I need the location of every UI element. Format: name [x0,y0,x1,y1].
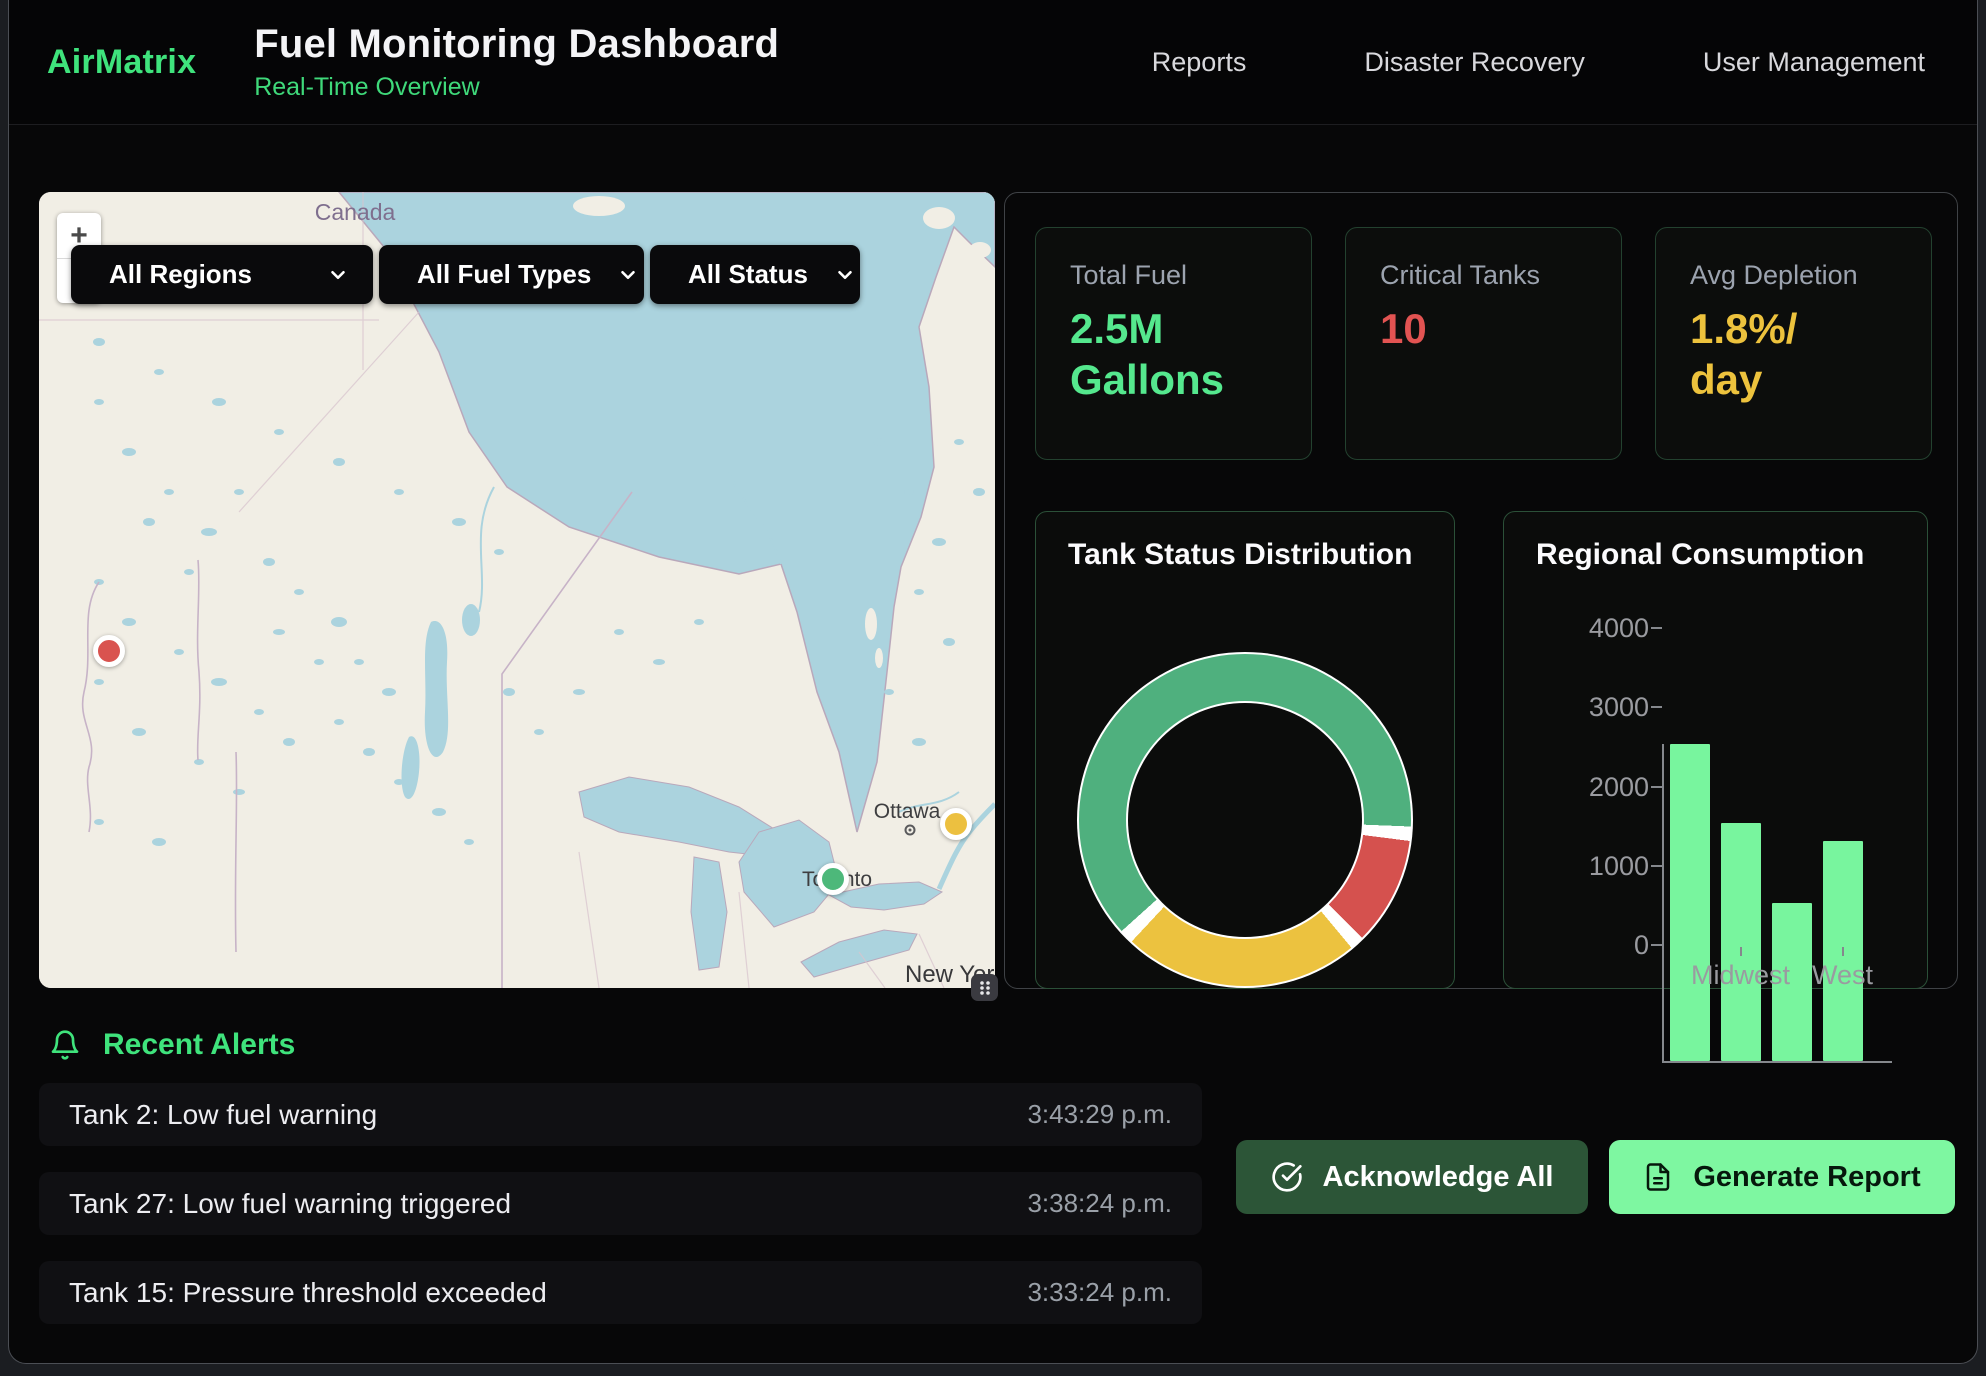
tank-status-chart-card: Tank Status Distribution [1035,511,1455,989]
y-axis-tick-label: 3000 [1534,692,1649,723]
alert-text: Tank 27: Low fuel warning triggered [69,1188,511,1220]
map-label-canada: Canada [315,199,396,225]
stat-value: 1.8%/day [1690,303,1897,405]
generate-report-label: Generate Report [1693,1161,1920,1194]
bell-icon [49,1029,81,1061]
dashboard-panel: Total Fuel 2.5MGallons Critical Tanks 10… [1004,192,1958,989]
acknowledge-all-button[interactable]: Acknowledge All [1236,1140,1588,1214]
alerts-title: Recent Alerts [103,1028,295,1062]
map-label-ottawa: Ottawa [874,800,941,823]
alert-time: 3:43:29 p.m. [1027,1099,1172,1130]
alert-text: Tank 2: Low fuel warning [69,1099,377,1131]
main-nav: Reports Disaster Recovery User Managemen… [1152,47,1935,78]
stat-card-total-fuel: Total Fuel 2.5MGallons [1035,227,1312,460]
check-circle-icon [1271,1161,1303,1193]
x-axis-tick-label: West [1812,960,1873,991]
alert-time: 3:33:24 p.m. [1027,1277,1172,1308]
x-axis-tick-label: Midwest [1691,960,1790,991]
page-title: Fuel Monitoring Dashboard [254,22,779,67]
region-filter-dropdown[interactable]: All Regions [71,245,373,304]
map-graphic: Canada Ottawa Toronto New York [39,192,995,988]
y-axis-tick-label: 2000 [1534,772,1649,803]
chevron-down-icon [327,264,349,286]
alert-text: Tank 15: Pressure threshold exceeded [69,1277,547,1309]
map-container: Canada Ottawa Toronto New York + − All R… [39,192,995,988]
stat-label: Total Fuel [1070,260,1277,291]
file-text-icon [1643,1162,1673,1192]
regional-consumption-chart-card: Regional Consumption 0 1000 2000 3000 4000 Mi… [1503,511,1928,989]
bar [1670,744,1710,1061]
generate-report-button[interactable]: Generate Report [1609,1140,1955,1214]
region-filter-value: All Regions [109,259,252,290]
alert-row: Tank 15: Pressure threshold exceeded 3:3… [39,1261,1202,1324]
y-axis-tick-label: 0 [1534,930,1649,961]
map-canvas[interactable]: Canada Ottawa Toronto New York [39,192,995,988]
stat-value: 10 [1380,303,1587,354]
chevron-down-icon [617,264,639,286]
acknowledge-all-label: Acknowledge All [1323,1161,1554,1194]
map-marker-green[interactable] [817,863,849,895]
top-bar: AirMatrix Fuel Monitoring Dashboard Real… [9,0,1977,125]
bar-chart-title: Regional Consumption [1504,512,1927,572]
fuel-type-filter-value: All Fuel Types [417,259,591,290]
nav-item-reports[interactable]: Reports [1152,47,1247,78]
alert-time: 3:38:24 p.m. [1027,1188,1172,1219]
y-axis-tick-label: 1000 [1534,851,1649,882]
stat-label: Avg Depletion [1690,260,1897,291]
fuel-type-filter-dropdown[interactable]: All Fuel Types [379,245,644,304]
status-filter-value: All Status [688,259,808,290]
alerts-header: Recent Alerts [49,1028,295,1062]
stat-card-critical-tanks: Critical Tanks 10 [1345,227,1622,460]
alert-row: Tank 27: Low fuel warning triggered 3:38… [39,1172,1202,1235]
nav-item-disaster-recovery[interactable]: Disaster Recovery [1364,47,1585,78]
title-block: Fuel Monitoring Dashboard Real-Time Over… [254,22,779,102]
map-attribution-button[interactable] [971,974,998,1001]
y-axis-tick-label: 4000 [1534,613,1649,644]
map-marker-red[interactable] [93,635,125,667]
stat-value: 2.5MGallons [1070,303,1277,405]
nav-item-user-management[interactable]: User Management [1703,47,1925,78]
brand-logo[interactable]: AirMatrix [47,43,196,82]
donut-chart [1077,652,1413,988]
chevron-down-icon [834,264,856,286]
stat-label: Critical Tanks [1380,260,1587,291]
alert-row: Tank 2: Low fuel warning 3:43:29 p.m. [39,1083,1202,1146]
stats-row: Total Fuel 2.5MGallons Critical Tanks 10… [1035,227,1932,460]
app-window: AirMatrix Fuel Monitoring Dashboard Real… [8,0,1978,1364]
status-filter-dropdown[interactable]: All Status [650,245,860,304]
page-subtitle: Real-Time Overview [254,73,779,102]
donut-chart-title: Tank Status Distribution [1036,512,1454,572]
bar [1721,823,1761,1061]
stat-card-avg-depletion: Avg Depletion 1.8%/day [1655,227,1932,460]
map-marker-yellow[interactable] [940,808,972,840]
map-filter-bar: All Regions All Fuel Types All Status [71,245,860,304]
dots-grid-icon [977,979,993,997]
